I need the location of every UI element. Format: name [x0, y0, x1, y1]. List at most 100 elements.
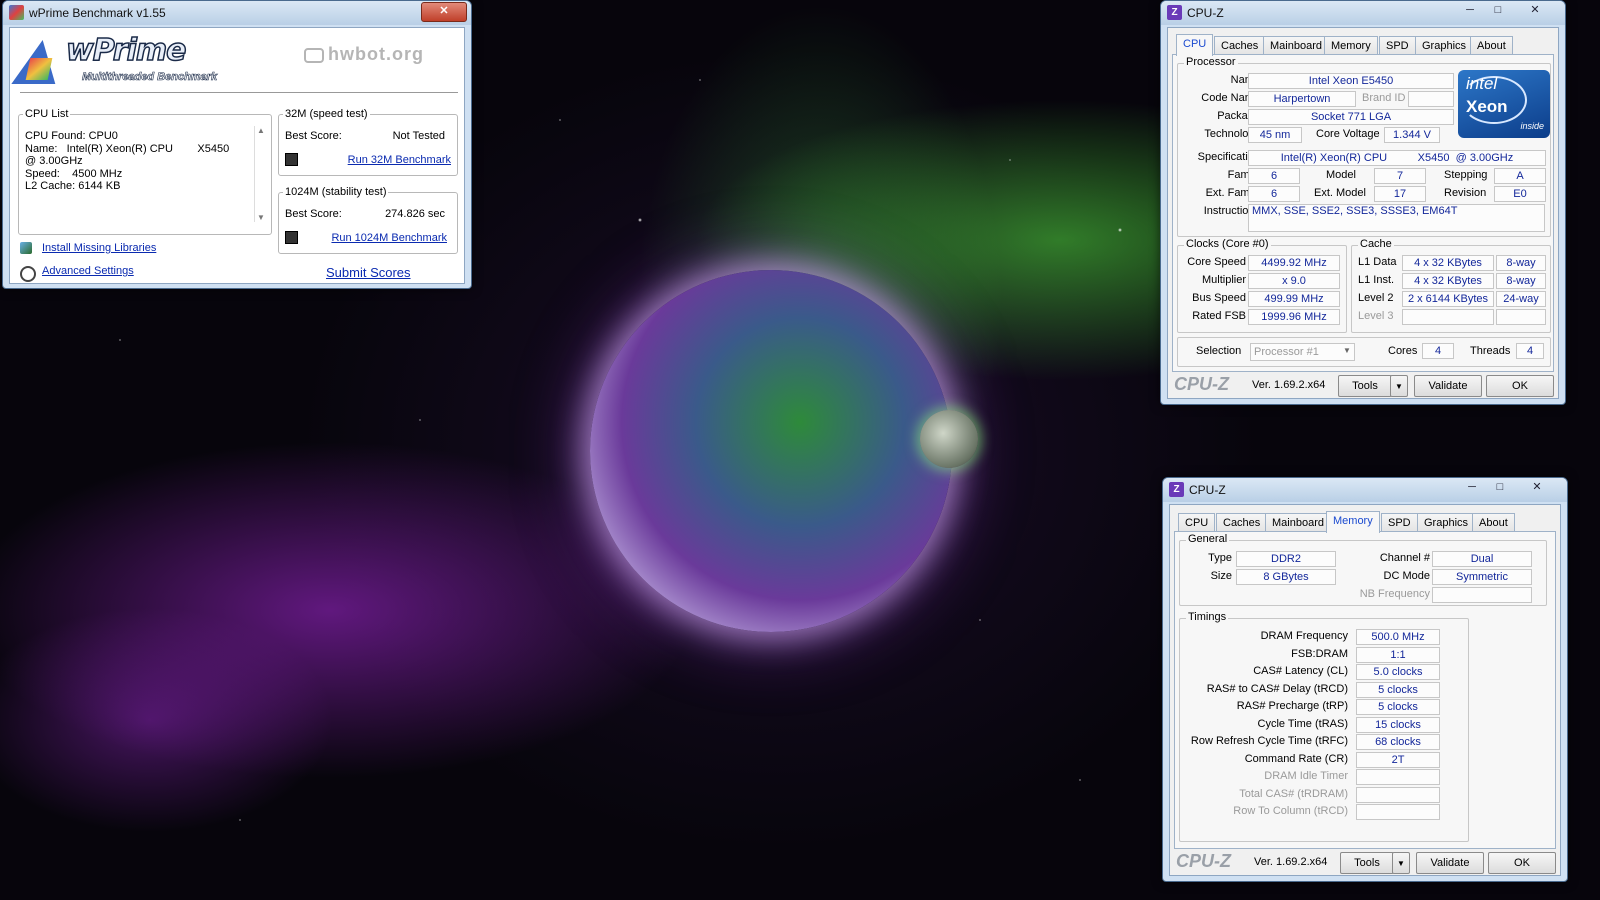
window-title: CPU-Z	[1187, 6, 1224, 20]
nbfreq-label: NB Frequency	[1359, 588, 1430, 600]
scroll-up-icon[interactable]: ▲	[257, 126, 265, 135]
minimize-button[interactable]: ─	[1459, 479, 1485, 497]
cpu-list-line: CPU Found: CPU0	[25, 130, 118, 142]
package-value: Socket 771 LGA	[1248, 109, 1454, 125]
general-legend: General	[1186, 533, 1230, 545]
clocks-group: Clocks (Core #0) Core Speed 4499.92 MHz …	[1177, 238, 1347, 333]
tools-button[interactable]: Tools	[1338, 375, 1392, 397]
l2-way: 24-way	[1496, 291, 1546, 307]
l3-label: Level 3	[1358, 310, 1394, 322]
tab-memory[interactable]: Memory	[1326, 511, 1380, 533]
dcmode-value: Symmetric	[1432, 569, 1532, 585]
name-value: Intel Xeon E5450	[1248, 73, 1454, 89]
cpu-list-scrollbar[interactable]: ▲ ▼	[254, 126, 267, 222]
tab-cpu[interactable]: CPU	[1176, 34, 1214, 56]
chevron-down-icon: ▼	[1397, 859, 1405, 868]
close-button[interactable]: ✕	[1513, 2, 1557, 20]
size-label: Size	[1210, 570, 1232, 582]
cpuz-memory-window: Z CPU-Z ─ □ ✕ CPU Caches Mainboard Memor…	[1162, 477, 1568, 882]
minimize-button[interactable]: ─	[1457, 2, 1483, 20]
l3-way	[1496, 309, 1546, 325]
processor-group: Processor Name Intel Xeon E5450 Code Nam…	[1177, 56, 1551, 237]
maximize-button[interactable]: □	[1485, 2, 1511, 20]
tab-graphics[interactable]: Graphics	[1415, 36, 1474, 55]
tools-dropdown-button[interactable]: ▼	[1390, 375, 1408, 397]
save-icon[interactable]	[285, 231, 298, 244]
chevron-down-icon[interactable]: ▼	[1343, 346, 1351, 355]
memory-tab-panel: General Type DDR2 Size 8 GBytes Channel …	[1174, 531, 1556, 849]
ok-button[interactable]: OK	[1488, 852, 1556, 874]
l2-value: 2 x 6144 KBytes	[1402, 291, 1494, 307]
instructions-value: MMX, SSE, SSE2, SSE3, SSSE3, EM64T	[1248, 204, 1545, 232]
tab-mainboard[interactable]: Mainboard	[1263, 36, 1329, 55]
l1i-label: L1 Inst.	[1358, 274, 1395, 286]
selection-dropdown[interactable]: Processor #1	[1250, 343, 1355, 361]
cpuz-footer: CPU-Z Ver. 1.69.2.x64 Tools ▼ Validate O…	[1168, 372, 1558, 398]
timings-legend: Timings	[1186, 611, 1229, 623]
validate-button[interactable]: Validate	[1414, 375, 1482, 397]
timing-value	[1356, 786, 1440, 803]
tab-about[interactable]: About	[1472, 513, 1515, 532]
maximize-button[interactable]: □	[1487, 479, 1513, 497]
timing-value: 2T	[1356, 751, 1440, 768]
speed-best-label: Best Score:	[285, 130, 342, 142]
core-speed-label: Core Speed	[1187, 256, 1246, 268]
wprime-titlebar[interactable]: wPrime Benchmark v1.55 ✕	[3, 1, 471, 25]
tab-mainboard[interactable]: Mainboard	[1265, 513, 1331, 532]
close-button[interactable]: ✕	[1515, 479, 1559, 497]
close-button[interactable]: ✕	[421, 2, 467, 22]
tab-about[interactable]: About	[1470, 36, 1513, 55]
tools-dropdown-button[interactable]: ▼	[1392, 852, 1410, 874]
type-label: Type	[1208, 552, 1232, 564]
ok-button[interactable]: OK	[1486, 375, 1554, 397]
wprime-logo-subtitle: Multithreaded Benchmark	[82, 71, 218, 84]
tab-caches[interactable]: Caches	[1214, 36, 1266, 55]
submit-scores-link[interactable]: Submit Scores	[326, 265, 411, 280]
speed-best-value: Not Tested	[392, 130, 445, 142]
timing-label: Command Rate (CR)	[1244, 752, 1348, 765]
tab-spd[interactable]: SPD	[1379, 36, 1416, 55]
validate-button[interactable]: Validate	[1416, 852, 1484, 874]
tab-memory[interactable]: Memory	[1324, 36, 1378, 55]
extfamily-value: 6	[1248, 186, 1300, 202]
cpu-list-line: Name: Intel(R) Xeon(R) CPU X5450	[25, 142, 230, 155]
voltage-label: Core Voltage	[1316, 128, 1380, 140]
cache-legend: Cache	[1358, 238, 1394, 250]
run-1024m-link[interactable]: Run 1024M Benchmark	[331, 232, 447, 244]
wprime-logo: wPrime	[65, 32, 187, 69]
header-divider	[20, 92, 458, 93]
rated-fsb-label: Rated FSB	[1192, 310, 1246, 322]
tab-spd[interactable]: SPD	[1381, 513, 1418, 532]
scroll-down-icon[interactable]: ▼	[257, 213, 265, 222]
l2-label: Level 2	[1358, 292, 1394, 304]
cpu-list-line: @ 3.00GHz	[25, 155, 83, 167]
tab-cpu[interactable]: CPU	[1178, 513, 1216, 532]
voltage-value: 1.344 V	[1384, 127, 1440, 143]
timing-value: 500.0 MHz	[1356, 629, 1440, 645]
cores-label: Cores	[1388, 345, 1418, 357]
timing-value: 5 clocks	[1356, 681, 1440, 698]
cpuz-titlebar[interactable]: Z CPU-Z ─ □ ✕	[1163, 478, 1567, 502]
stepping-label: Stepping	[1444, 169, 1488, 181]
core-speed-value: 4499.92 MHz	[1248, 255, 1340, 271]
wallpaper-planet	[590, 270, 952, 632]
hwbot-logo: hwbot.org	[328, 44, 424, 64]
model-value: 7	[1374, 168, 1426, 184]
cpuz-logo: CPU-Z	[1176, 851, 1231, 871]
save-icon[interactable]	[285, 153, 298, 166]
settings-icon	[20, 266, 36, 282]
install-libraries-link[interactable]: Install Missing Libraries	[42, 242, 156, 254]
cpuz-titlebar[interactable]: Z CPU-Z ─ □ ✕	[1161, 1, 1565, 25]
advanced-settings-link[interactable]: Advanced Settings	[42, 265, 134, 277]
speed-test-group: 32M (speed test) Best Score: Not Tested …	[278, 108, 458, 176]
cpuz-cpu-window: Z CPU-Z ─ □ ✕ CPU Caches Mainboard Memor…	[1160, 0, 1566, 405]
cpuz-logo: CPU-Z	[1174, 374, 1229, 394]
timing-value: 1:1	[1356, 646, 1440, 663]
l1i-way: 8-way	[1496, 273, 1546, 289]
tab-caches[interactable]: Caches	[1216, 513, 1268, 532]
version-text: Ver. 1.69.2.x64	[1252, 379, 1326, 391]
run-32m-link[interactable]: Run 32M Benchmark	[348, 154, 451, 166]
tools-button[interactable]: Tools	[1340, 852, 1394, 874]
timing-value	[1356, 804, 1440, 820]
tab-graphics[interactable]: Graphics	[1417, 513, 1476, 532]
